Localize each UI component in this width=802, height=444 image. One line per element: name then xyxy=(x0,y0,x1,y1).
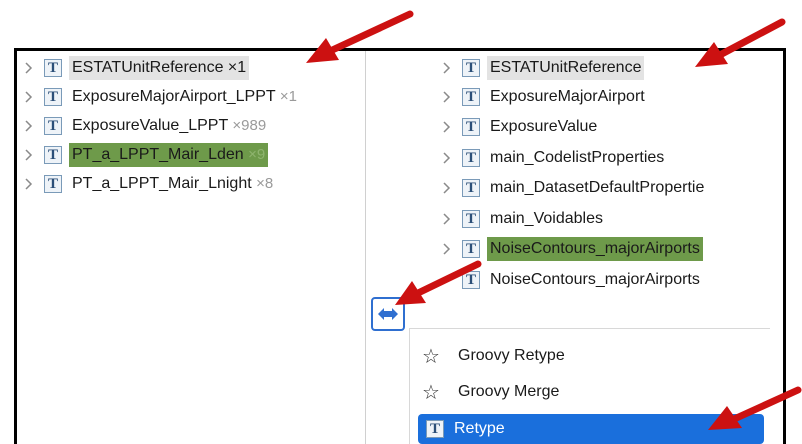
type-t-icon: T xyxy=(462,240,480,258)
tree-item-label: ESTATUnitReference xyxy=(487,56,645,80)
tree-item-label: NoiseContours_majorAirports xyxy=(490,271,700,288)
tree-item-label: main_Voidables xyxy=(490,210,603,227)
tree-item[interactable]: T NoiseContours_majorAirports xyxy=(462,266,703,294)
menu-item-groovy-retype[interactable]: ☆ Groovy Retype xyxy=(422,341,565,371)
chevron-right-icon[interactable] xyxy=(440,148,454,168)
tree-item[interactable]: T ExposureValue xyxy=(440,113,600,141)
tree-item[interactable]: T PT_a_LPPT_Mair_Lden ×9 xyxy=(22,141,269,169)
type-t-icon: T xyxy=(462,88,480,106)
tree-item[interactable]: T main_DatasetDefaultPropertie xyxy=(440,174,707,202)
type-t-icon: T xyxy=(462,179,480,197)
type-t-icon: T xyxy=(44,146,62,164)
tree-item-label: PT_a_LPPT_Mair_Lden ×9 xyxy=(69,143,269,167)
chevron-right-icon[interactable] xyxy=(440,58,454,78)
tree-item[interactable]: T NoiseContours_majorAirports xyxy=(440,235,703,263)
chevron-right-icon[interactable] xyxy=(22,174,36,194)
double-arrow-icon xyxy=(378,308,398,320)
tree-item[interactable]: T ESTATUnitReference ×1 xyxy=(22,54,250,82)
type-t-icon: T xyxy=(462,59,480,77)
tree-item-label: ESTATUnitReference ×1 xyxy=(69,56,250,80)
tree-item[interactable]: T PT_a_LPPT_Mair_Lnight ×8 xyxy=(22,170,276,198)
tree-item-label: ExposureValue_LPPT ×989 xyxy=(72,117,267,134)
tree-item-label: ExposureMajorAirport xyxy=(490,88,645,105)
chevron-right-icon[interactable] xyxy=(440,209,454,229)
menu-item-label: Retype xyxy=(454,420,505,437)
tree-item-label: NoiseContours_majorAirports xyxy=(487,237,703,261)
menu-item-label: Groovy Merge xyxy=(458,383,560,400)
chevron-right-icon[interactable] xyxy=(22,87,36,107)
type-t-icon: T xyxy=(462,271,480,289)
type-t-icon: T xyxy=(462,149,480,167)
star-icon: ☆ xyxy=(422,381,440,404)
chevron-right-icon[interactable] xyxy=(440,239,454,259)
star-icon: ☆ xyxy=(422,345,440,368)
instance-count: ×1 xyxy=(227,59,247,76)
type-t-icon: T xyxy=(44,117,62,135)
tree-item-label: ExposureMajorAirport_LPPT ×1 xyxy=(72,88,297,105)
type-t-icon: T xyxy=(44,88,62,106)
mapping-button[interactable] xyxy=(371,297,405,331)
tree-item[interactable]: T ESTATUnitReference xyxy=(440,54,645,82)
type-t-icon: T xyxy=(44,59,62,77)
chevron-right-icon[interactable] xyxy=(440,117,454,137)
tree-item[interactable]: T ExposureMajorAirport xyxy=(440,83,648,111)
tree-item-label: ExposureValue xyxy=(490,118,598,135)
menu-item-retype[interactable]: T Retype xyxy=(418,414,764,444)
pane-divider[interactable] xyxy=(365,51,366,444)
instance-count: ×9 xyxy=(248,146,266,163)
tree-item-label: main_DatasetDefaultPropertie xyxy=(490,179,705,196)
instance-count: ×8 xyxy=(256,175,274,192)
tree-item[interactable]: T main_Voidables xyxy=(440,205,606,233)
tree-item[interactable]: T main_CodelistProperties xyxy=(440,144,667,172)
type-t-icon: T xyxy=(44,175,62,193)
instance-count: ×989 xyxy=(232,117,267,134)
menu-item-label: Groovy Retype xyxy=(458,347,565,364)
chevron-right-icon[interactable] xyxy=(22,116,36,136)
menu-item-groovy-merge[interactable]: ☆ Groovy Merge xyxy=(422,377,559,407)
function-popup-menu: ☆ Groovy Retype ☆ Groovy Merge T Retype xyxy=(409,328,770,444)
chevron-right-icon[interactable] xyxy=(22,145,36,165)
tree-item[interactable]: T ExposureValue_LPPT ×989 xyxy=(22,112,269,140)
tree-item-label: main_CodelistProperties xyxy=(490,149,665,166)
instance-count: ×1 xyxy=(279,88,297,105)
type-t-icon: T xyxy=(462,210,480,228)
type-t-icon: T xyxy=(462,118,480,136)
type-t-icon: T xyxy=(426,420,444,438)
tree-item[interactable]: T ExposureMajorAirport_LPPT ×1 xyxy=(22,83,300,111)
chevron-right-icon[interactable] xyxy=(22,58,36,78)
tree-item-label: PT_a_LPPT_Mair_Lnight ×8 xyxy=(72,175,274,192)
chevron-right-icon[interactable] xyxy=(440,178,454,198)
chevron-right-icon[interactable] xyxy=(440,87,454,107)
